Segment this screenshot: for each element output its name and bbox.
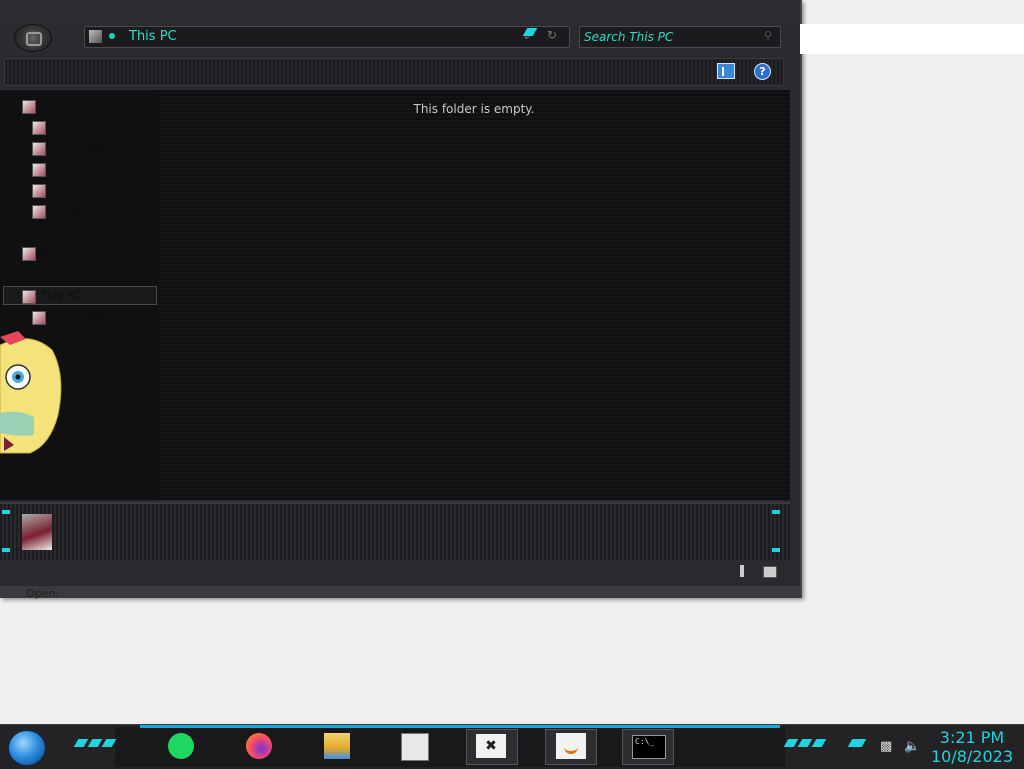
recent-places-icon bbox=[32, 163, 46, 177]
java-icon bbox=[556, 733, 586, 759]
corner-accent bbox=[2, 548, 10, 552]
command-bar: ? bbox=[4, 58, 784, 86]
address-bar[interactable]: This PC ⌄ ↻ bbox=[84, 26, 570, 48]
address-dropdown-icon[interactable]: ⌄ bbox=[519, 28, 537, 42]
explorer-window: This PC ⌄ ↻ ⚲ ? Favorites Desktop Downlo… bbox=[0, 0, 802, 600]
star-icon bbox=[22, 100, 36, 114]
status-bar bbox=[0, 560, 790, 584]
background-window-strip bbox=[800, 24, 1024, 54]
chevron-accent bbox=[783, 739, 799, 747]
system-clock[interactable]: 3:21 PM 10/8/2023 bbox=[930, 728, 1014, 766]
installer-icon bbox=[401, 733, 429, 761]
details-view-icon[interactable] bbox=[740, 565, 744, 577]
preview-pane-button[interactable] bbox=[717, 63, 735, 79]
taskbar: ✖ C:\_ ▩ 🔈 3:21 PM 10/8/2023 bbox=[0, 724, 1024, 769]
network-icon[interactable]: ▩ bbox=[880, 739, 892, 754]
firefox-icon bbox=[246, 733, 272, 759]
taskbar-decoration bbox=[115, 727, 785, 767]
chevron-accent bbox=[73, 739, 89, 747]
clock-time: 3:21 PM bbox=[939, 728, 1005, 747]
back-arrow-icon bbox=[26, 32, 42, 46]
file-explorer-taskbar-button[interactable] bbox=[318, 729, 354, 765]
java-taskbar-button[interactable] bbox=[545, 729, 597, 765]
corner-accent bbox=[772, 510, 780, 514]
search-icon[interactable]: ⚲ bbox=[764, 29, 772, 42]
xnview-icon: ✖ bbox=[476, 734, 506, 758]
refresh-icon[interactable]: ↻ bbox=[547, 28, 557, 42]
help-icon[interactable]: ? bbox=[754, 63, 771, 80]
command-prompt-taskbar-button[interactable]: C:\_ bbox=[622, 729, 674, 765]
show-hidden-icons-button[interactable] bbox=[847, 739, 867, 747]
details-pane bbox=[0, 502, 790, 562]
cartoon-character-sticker bbox=[0, 331, 62, 454]
homegroup-icon bbox=[22, 247, 36, 261]
corner-accent bbox=[772, 548, 780, 552]
spotify-taskbar-button[interactable] bbox=[162, 729, 198, 765]
file-list-pane[interactable]: This folder is empty. bbox=[158, 90, 790, 500]
computer-icon bbox=[22, 290, 36, 304]
open-label: Open: bbox=[26, 587, 60, 600]
music-icon bbox=[32, 184, 46, 198]
folder-icon bbox=[324, 733, 350, 759]
location-dot-icon bbox=[109, 33, 115, 39]
clock-date: 10/8/2023 bbox=[930, 747, 1014, 766]
empty-folder-message: This folder is empty. bbox=[413, 102, 535, 116]
start-button[interactable] bbox=[8, 730, 46, 766]
address-path[interactable]: This PC bbox=[129, 29, 177, 44]
downloads-icon bbox=[32, 142, 46, 156]
chevron-accent bbox=[797, 739, 813, 747]
xnview-taskbar-button[interactable]: ✖ bbox=[466, 729, 518, 765]
computer-icon bbox=[89, 30, 102, 43]
search-box[interactable]: ⚲ bbox=[579, 26, 781, 48]
spotify-icon bbox=[168, 733, 194, 759]
volume-icon[interactable]: 🔈 bbox=[904, 739, 920, 754]
large-icons-view-icon[interactable] bbox=[763, 566, 777, 578]
window-frame-bottom bbox=[0, 586, 800, 598]
computer-large-icon bbox=[22, 514, 52, 550]
firefox-taskbar-button[interactable] bbox=[240, 729, 276, 765]
videos-icon bbox=[32, 205, 46, 219]
drive-icon bbox=[32, 311, 46, 325]
desktop-icon bbox=[32, 121, 46, 135]
corner-accent bbox=[2, 510, 10, 514]
chevron-accent bbox=[811, 739, 827, 747]
search-input[interactable] bbox=[584, 29, 754, 44]
back-button[interactable] bbox=[14, 24, 52, 52]
installer-taskbar-button[interactable] bbox=[395, 729, 431, 765]
command-prompt-icon: C:\_ bbox=[632, 735, 666, 759]
window-frame-top bbox=[0, 0, 800, 24]
chevron-accent bbox=[87, 739, 103, 747]
taskbar-accent-line bbox=[140, 725, 780, 728]
